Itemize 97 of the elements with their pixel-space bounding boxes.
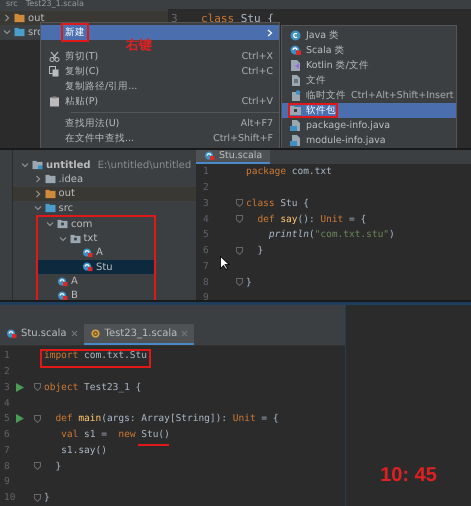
tree-item[interactable]: txt	[38, 231, 154, 246]
close-icon	[181, 330, 188, 337]
line-number: 8	[202, 276, 210, 288]
shortcut-text: Alt+F7	[240, 118, 273, 129]
shortcut-text: Ctrl+Shift+F	[213, 133, 273, 144]
scala-class-icon	[82, 262, 93, 272]
line-number: 7	[202, 260, 210, 272]
line-number: 4	[202, 214, 210, 225]
editor-tab[interactable]: Stu.scala	[196, 150, 270, 164]
menu-item[interactable]: 粘贴(P) Ctrl+V	[41, 94, 279, 109]
mouse-pointer-icon	[220, 256, 230, 270]
shortcut-text: Ctrl+X	[242, 51, 273, 62]
shortcut-text: Ctrl+V	[242, 96, 273, 107]
breadcrumb-item[interactable]: Test23_1.scala	[26, 0, 84, 9]
tree-item[interactable]: untitled E:\untitled\untitled	[13, 158, 196, 172]
clipboard-icon	[49, 96, 60, 107]
code-line: val s1 = new Stu()	[60, 429, 170, 440]
menu-item[interactable]: 复制路径/引用...	[41, 79, 279, 94]
java-file-icon	[290, 120, 301, 131]
code-line: import com.txt.Stu	[44, 350, 147, 362]
code-line: }	[256, 245, 264, 256]
folder-icon	[44, 188, 56, 199]
menu-item[interactable]: 在文件中查找... Ctrl+Shift+F	[41, 131, 279, 146]
menu-item[interactable]: Scala 类	[282, 43, 456, 58]
menu-item[interactable]: 临时文件 Ctrl+Alt+Shift+Insert	[282, 88, 456, 103]
copy-icon	[49, 66, 60, 77]
folder-icon	[14, 13, 25, 24]
line-number: 3	[3, 382, 11, 393]
object-icon	[90, 328, 101, 338]
java-file-icon	[290, 135, 301, 146]
editor-tab[interactable]: Stu.scala	[0, 324, 84, 345]
line-number: 1	[202, 166, 210, 178]
line-number: 4	[3, 398, 11, 409]
file-icon	[290, 75, 301, 86]
line-number: 5	[202, 229, 210, 240]
line-number: 10	[3, 492, 16, 504]
folder-icon	[44, 203, 56, 214]
code-line: def say(): Unit = {	[256, 214, 366, 225]
kotlin-file-icon	[290, 60, 301, 71]
editor-tab[interactable]: Test23_1.scala	[84, 324, 194, 345]
menu-item[interactable]: Kotlin 类/文件	[282, 58, 456, 73]
code-line: }	[54, 460, 62, 472]
path-text: E:\untitled\untitled	[98, 160, 192, 171]
menu-item[interactable]: package-info.java	[282, 118, 456, 133]
scratch-file-icon	[290, 90, 301, 101]
scissors-icon	[49, 51, 60, 62]
code-line: class Stu {	[246, 198, 309, 209]
tree-item[interactable]: out	[13, 186, 196, 201]
scala-class-icon	[82, 248, 93, 258]
code-line: object Test23_1 {	[44, 382, 142, 393]
line-number: 6	[202, 245, 210, 256]
package-icon	[70, 234, 80, 244]
shortcut-text: Ctrl+Alt+Shift+Insert	[351, 90, 454, 101]
annotation-text: 右键	[126, 38, 152, 53]
menu-item[interactable]: 软件包	[282, 103, 456, 118]
tree-item[interactable]: src	[13, 200, 196, 216]
menu-item[interactable]: 查找用法(U) Alt+F7	[41, 116, 279, 131]
line-number: 9	[3, 476, 11, 488]
code-line: }	[246, 276, 252, 288]
menu-item[interactable]: 文件	[282, 73, 456, 88]
scala-class-icon	[57, 276, 68, 287]
code-line: }	[44, 492, 50, 504]
breadcrumb-item[interactable]: src	[6, 0, 18, 9]
menu-item[interactable]: module-info.java	[282, 133, 456, 148]
code-line: println("com.txt.stu")	[268, 229, 395, 240]
menu-item[interactable]: 复制(C) Ctrl+C	[41, 64, 279, 79]
line-number: 7	[3, 444, 11, 456]
scala-class-icon	[6, 328, 17, 338]
line-number: 6	[3, 429, 11, 440]
line-number: 3	[202, 198, 210, 209]
tree-item[interactable]: A	[38, 246, 154, 260]
code-line: package com.txt	[246, 166, 332, 178]
tree-item[interactable]: com	[38, 217, 154, 232]
tree-item[interactable]: B	[38, 288, 154, 300]
close-icon	[70, 330, 78, 337]
line-number: 5	[3, 413, 11, 424]
line-number: 3	[170, 12, 179, 24]
folder-icon	[44, 174, 56, 184]
package-icon	[57, 219, 68, 230]
line-number: 8	[3, 460, 11, 472]
tree-item[interactable]: Stu	[38, 260, 154, 274]
package-icon	[290, 105, 301, 116]
tree-item[interactable]: A	[38, 274, 154, 289]
code-line: s1.say()	[60, 444, 107, 456]
line-number: 2	[3, 366, 11, 378]
line-number: 2	[202, 182, 210, 194]
tree-item[interactable]: .idea	[13, 172, 196, 187]
shortcut-text: Ctrl+C	[242, 66, 273, 77]
scala-class-icon	[204, 150, 215, 160]
class-icon	[290, 30, 301, 41]
scala-class-icon	[290, 45, 301, 56]
module-icon	[32, 160, 43, 170]
line-number: 1	[3, 350, 11, 362]
menu-item[interactable]: Java 类	[282, 28, 456, 43]
code-line: def main(args: Array[String]): Unit = {	[54, 413, 279, 424]
annotation-text: 10: 45	[380, 464, 437, 487]
scala-class-icon	[57, 290, 68, 300]
